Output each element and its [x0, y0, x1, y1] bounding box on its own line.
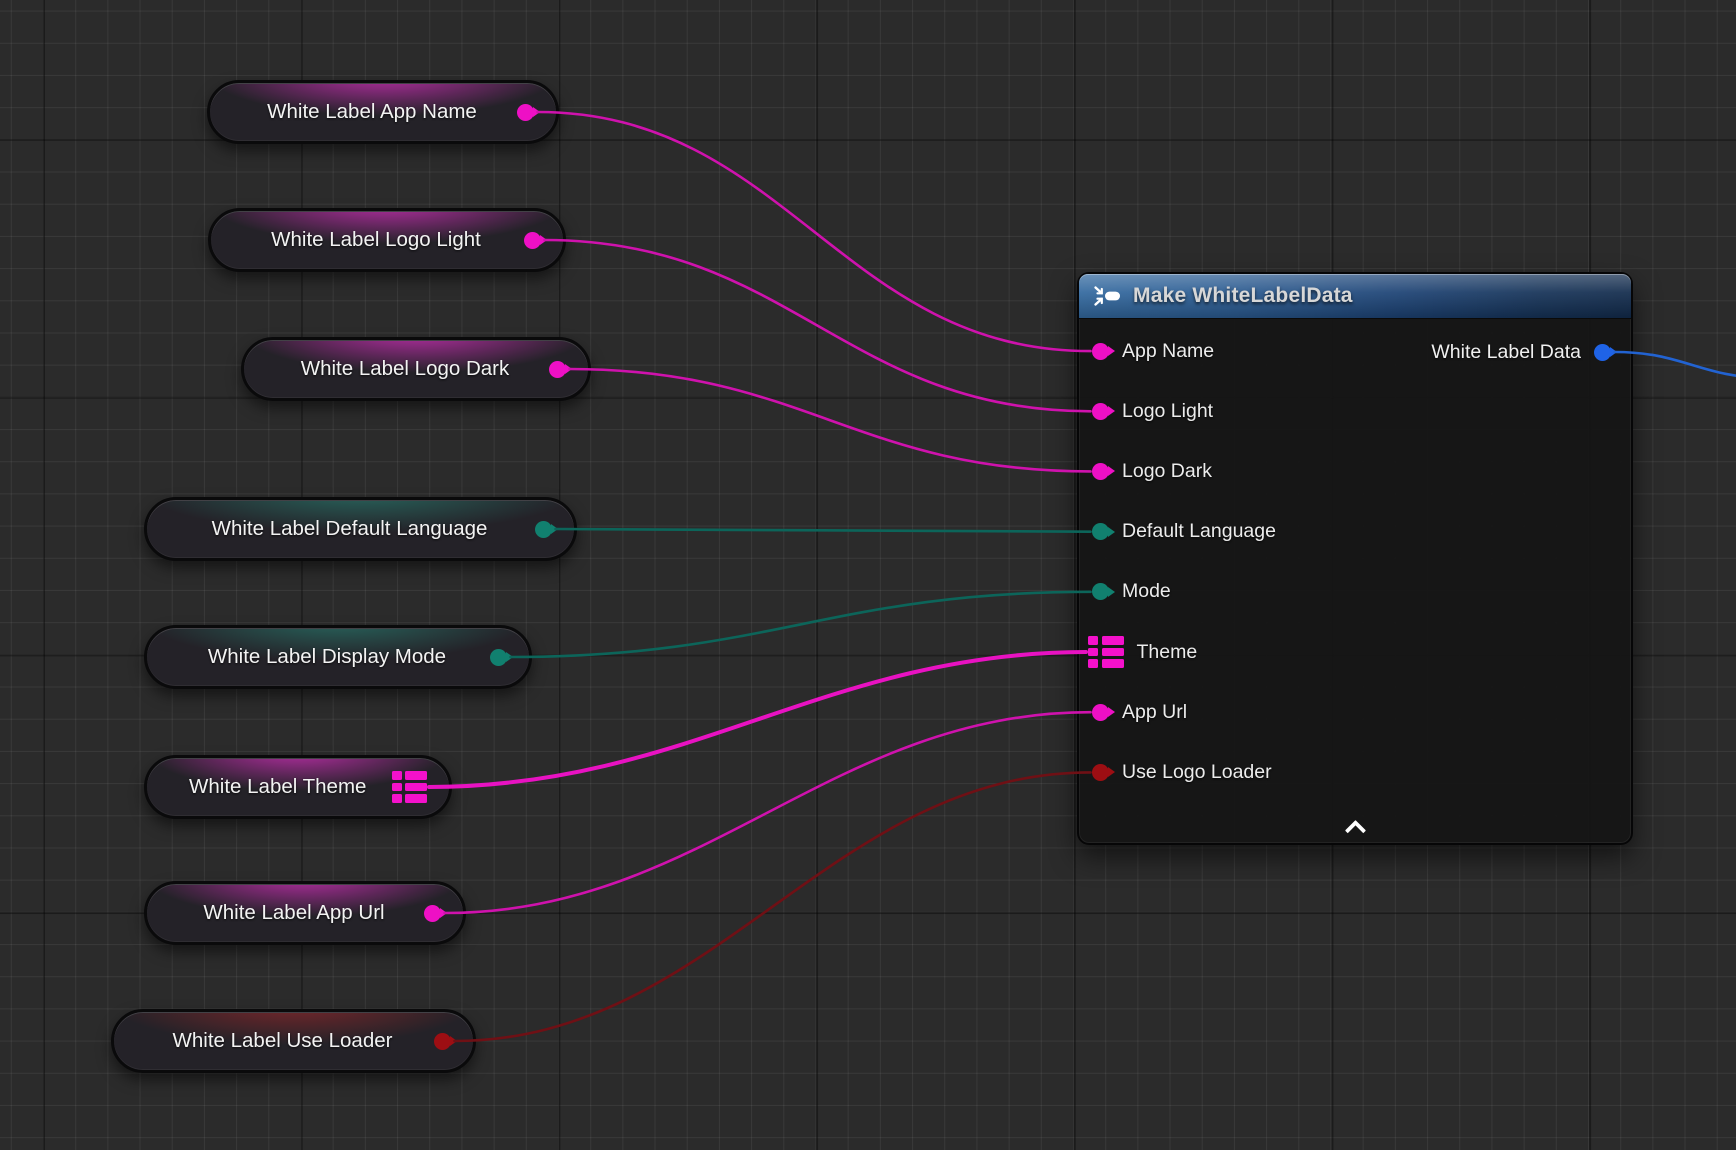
var-node-white-label-theme[interactable]: White Label Theme [144, 755, 452, 819]
wire-app-url[interactable] [445, 712, 1091, 913]
var-node-white-label-display-mode[interactable]: White Label Display Mode [144, 625, 532, 689]
circle-pin-icon[interactable] [1092, 764, 1109, 781]
pin-label: Mode [1122, 580, 1171, 603]
wire-default-language[interactable] [556, 529, 1091, 532]
wire-mode[interactable] [511, 592, 1091, 657]
node-output-row: White Label Data [1431, 322, 1631, 382]
circle-pin-icon[interactable] [1092, 523, 1109, 540]
input-row-logo-light: Logo Light [1079, 381, 1631, 441]
circle-pin-icon[interactable] [424, 905, 441, 922]
map-pin-icon[interactable] [392, 771, 428, 803]
collapse-advanced-pins-button[interactable] [1079, 812, 1631, 838]
make-struct-icon [1092, 284, 1122, 308]
circle-pin-icon[interactable] [490, 649, 507, 666]
pin-label: Logo Light [1122, 400, 1213, 423]
circle-pin-icon[interactable] [1092, 403, 1109, 420]
variable-label: White Label App Url [177, 901, 411, 925]
variable-label: White Label App Name [240, 100, 504, 124]
variable-label: White Label Logo Light [241, 228, 511, 252]
circle-pin-icon[interactable] [1092, 583, 1109, 600]
wire-use-logo-loader[interactable] [455, 772, 1091, 1041]
output-pin-icon[interactable] [1594, 344, 1611, 361]
input-row-default-language: Default Language [1079, 502, 1631, 562]
input-row-logo-dark: Logo Dark [1079, 441, 1631, 501]
input-row-use-logo-loader: Use Logo Loader [1079, 742, 1631, 802]
circle-pin-icon[interactable] [549, 361, 566, 378]
output-pin-label: White Label Data [1431, 341, 1581, 364]
wire-logo-light[interactable] [545, 240, 1091, 411]
input-row-theme: Theme [1079, 622, 1631, 682]
chevron-up-icon [1348, 818, 1363, 833]
var-node-white-label-app-name[interactable]: White Label App Name [207, 80, 559, 144]
node-header[interactable]: Make WhiteLabelData [1079, 274, 1631, 319]
pin-label: Logo Dark [1122, 460, 1212, 483]
var-node-white-label-default-language[interactable]: White Label Default Language [144, 497, 577, 561]
input-row-app-url: App Url [1079, 682, 1631, 742]
circle-pin-icon[interactable] [1092, 343, 1109, 360]
node-input-pins: App Name Logo Light Logo Dark Default La… [1079, 319, 1631, 803]
pin-label: App Url [1122, 701, 1187, 724]
circle-pin-icon[interactable] [524, 232, 541, 249]
circle-pin-icon[interactable] [1092, 704, 1109, 721]
variable-label: White Label Logo Dark [274, 357, 536, 381]
pin-label: Use Logo Loader [1122, 761, 1272, 784]
make-whitelabeldata-node[interactable]: Make WhiteLabelData App Name Logo Light … [1077, 272, 1633, 845]
var-node-white-label-use-loader[interactable]: White Label Use Loader [111, 1009, 476, 1073]
graph-canvas[interactable]: Make WhiteLabelData App Name Logo Light … [0, 0, 1736, 1150]
circle-pin-icon[interactable] [1092, 463, 1109, 480]
variable-label: White Label Default Language [177, 517, 522, 541]
circle-pin-icon[interactable] [535, 521, 552, 538]
pin-label: Theme [1137, 641, 1198, 664]
wire-app-name[interactable] [538, 112, 1091, 351]
circle-pin-icon[interactable] [517, 104, 534, 121]
circle-pin-icon[interactable] [434, 1033, 451, 1050]
input-row-mode: Mode [1079, 562, 1631, 622]
map-pin-icon[interactable] [1088, 636, 1124, 668]
var-node-white-label-app-url[interactable]: White Label App Url [144, 881, 466, 945]
var-node-white-label-logo-light[interactable]: White Label Logo Light [208, 208, 566, 272]
variable-label: White Label Display Mode [177, 645, 477, 669]
pin-label: Default Language [1122, 520, 1276, 543]
var-node-white-label-logo-dark[interactable]: White Label Logo Dark [241, 337, 591, 401]
node-title: Make WhiteLabelData [1133, 284, 1353, 308]
wire-logo-dark[interactable] [570, 369, 1091, 471]
variable-label: White Label Theme [177, 775, 379, 799]
variable-label: White Label Use Loader [144, 1029, 421, 1053]
pin-label: App Name [1122, 340, 1214, 363]
